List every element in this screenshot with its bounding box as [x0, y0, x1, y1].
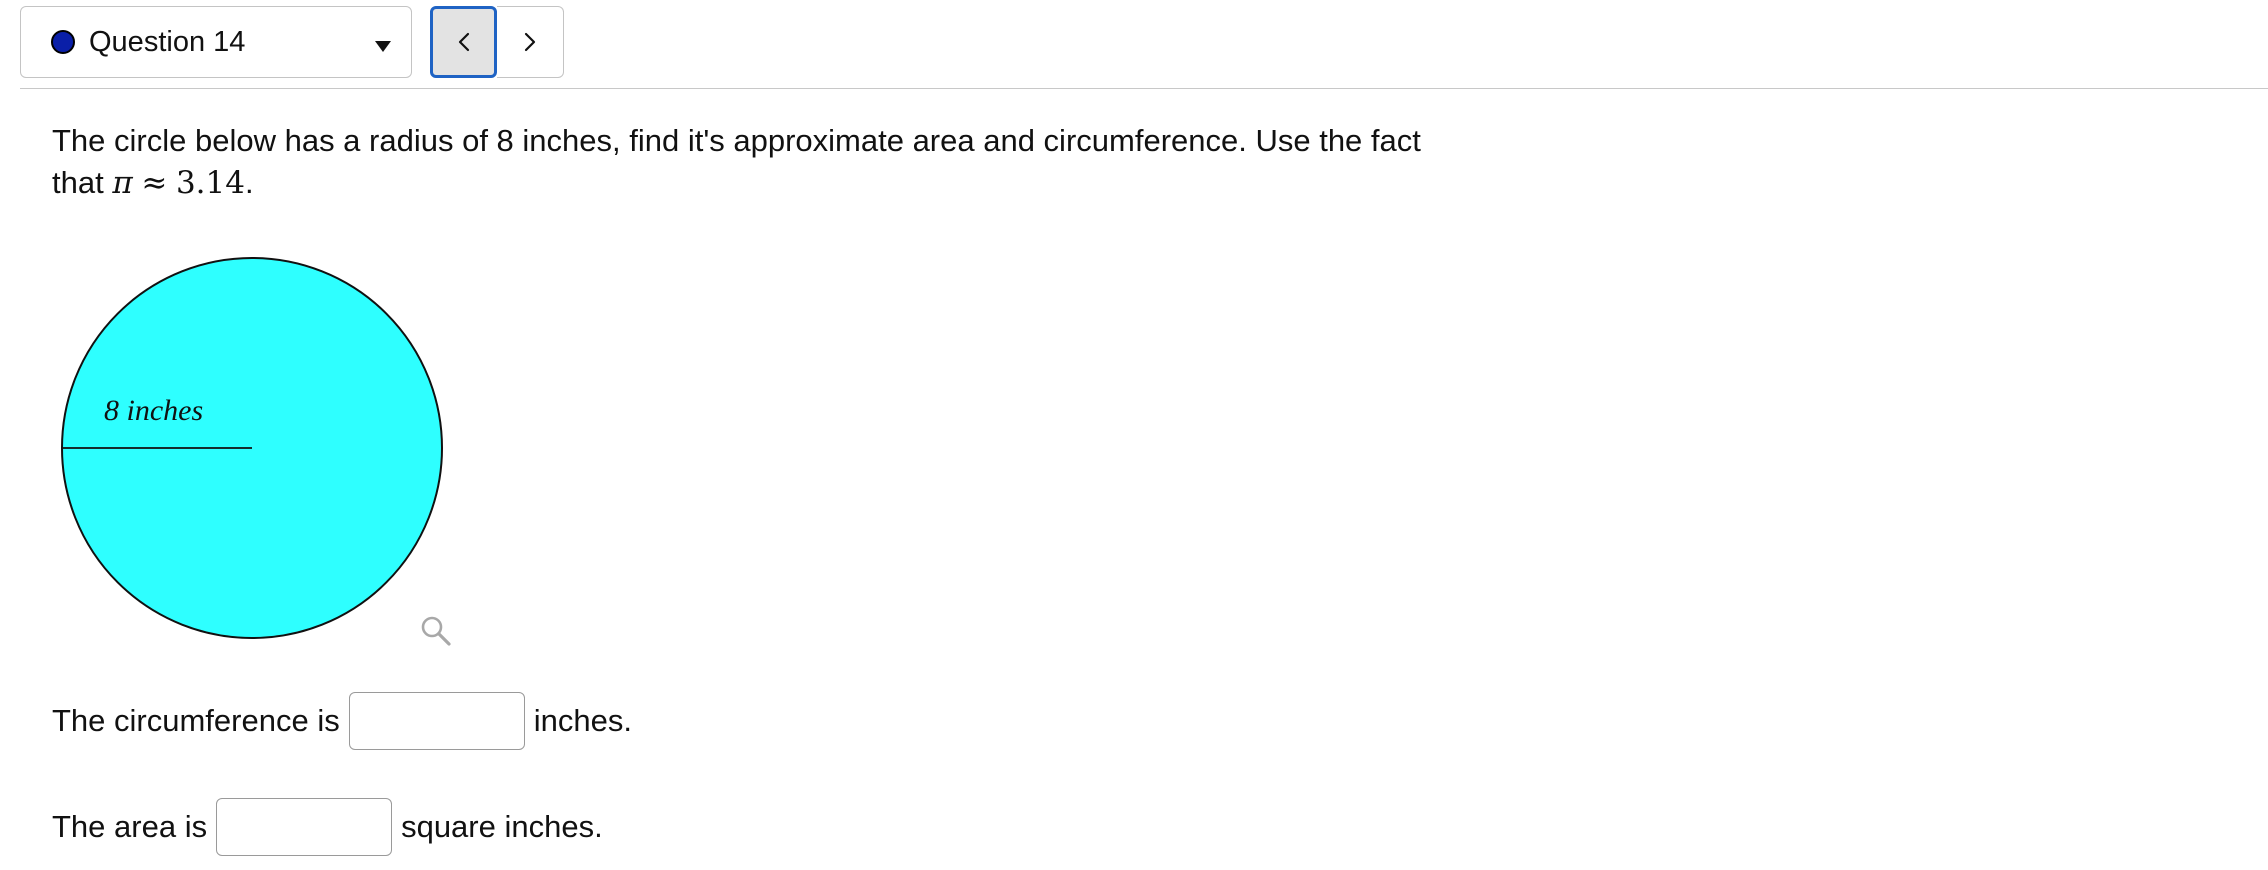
pi-symbol: π	[112, 165, 133, 201]
circumference-suffix: inches.	[533, 703, 632, 738]
question-text-line-2: that π ≈ 3.14.	[52, 162, 1552, 204]
question-selector[interactable]: Question 14	[20, 6, 412, 78]
question-text-line-1: The circle below has a radius of 8 inche…	[52, 123, 1421, 158]
area-prefix: The area is	[52, 809, 208, 844]
question-nav	[430, 6, 565, 78]
caret-down-icon	[375, 41, 391, 52]
circle-figure: 8 inches	[58, 254, 448, 644]
area-answer-row: The area is square inches.	[52, 798, 603, 856]
sentence-period: .	[244, 165, 254, 200]
area-input[interactable]	[216, 798, 393, 856]
next-question-button[interactable]	[497, 6, 564, 78]
circumference-prefix: The circumference is	[52, 703, 340, 738]
chevron-right-icon	[524, 32, 536, 52]
radius-label: 8 inches	[104, 394, 203, 427]
pi-value: 3.14	[175, 165, 245, 201]
question-header: Question 14	[0, 0, 2268, 90]
previous-question-button[interactable]	[430, 6, 497, 78]
header-divider	[20, 88, 2268, 89]
magnifier-icon[interactable]	[418, 613, 454, 649]
circumference-input[interactable]	[348, 692, 525, 750]
area-suffix: square inches.	[401, 809, 603, 844]
approx-symbol: ≈	[141, 165, 168, 201]
chevron-left-icon	[458, 32, 469, 52]
question-status-dot	[51, 30, 75, 54]
circle-diagram: 8 inches	[61, 257, 443, 639]
question-prompt: The circle below has a radius of 8 inche…	[52, 120, 1552, 204]
circumference-answer-row: The circumference is inches.	[52, 692, 632, 750]
question-label: Question 14	[89, 25, 246, 58]
question-text-that: that	[52, 165, 104, 200]
